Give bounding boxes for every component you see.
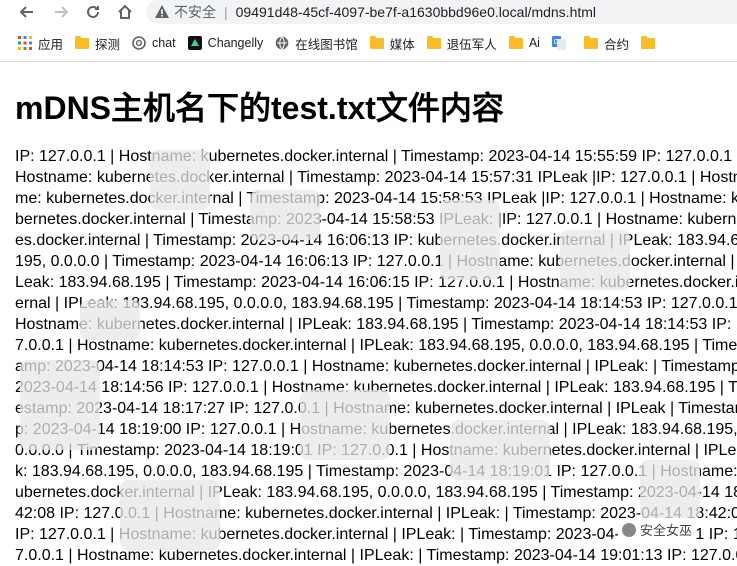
svg-text:G: G <box>554 39 559 46</box>
apps-grid-icon <box>18 36 32 50</box>
wechat-icon <box>622 522 636 537</box>
folder-icon <box>426 35 441 49</box>
bookmark-online-library[interactable]: 在线图书馆 <box>275 34 358 53</box>
url-text[interactable]: 09491d48-45cf-4097-be7f-a1630bbd96e0.loc… <box>236 4 596 20</box>
redaction-blur <box>450 420 550 480</box>
home-icon <box>118 4 132 19</box>
bookmark-folder-contracts[interactable]: 合约 <box>583 34 629 53</box>
forward-button[interactable] <box>48 0 74 24</box>
bookmark-label: chat <box>152 36 176 50</box>
redaction-blur <box>300 390 390 460</box>
browser-chrome: 不安全 | 09491d48-45cf-4097-be7f-a1630bbd96… <box>0 0 737 62</box>
redaction-blur <box>20 360 100 450</box>
bookmark-label: 退伍军人 <box>446 37 497 52</box>
bookmark-folder-more[interactable] <box>640 35 661 49</box>
home-button[interactable] <box>112 0 138 24</box>
bookmarks-bar: 应用 探测 chat Changelly 在线图书馆 媒体 退伍军人 Ai G … <box>0 30 737 56</box>
redaction-blur <box>640 460 700 520</box>
reload-icon <box>87 5 99 18</box>
back-button[interactable] <box>14 0 40 24</box>
redaction-blur <box>250 190 320 240</box>
bookmark-label: Ai <box>528 36 540 50</box>
bookmark-google-translate[interactable]: G <box>551 36 572 50</box>
watermark: 安全女巫 <box>618 518 697 541</box>
reload-button[interactable] <box>80 0 106 24</box>
openai-icon <box>132 36 146 50</box>
bookmark-apps[interactable]: 应用 <box>18 34 63 53</box>
warning-icon <box>154 4 170 20</box>
folder-icon <box>583 35 598 49</box>
folder-icon <box>75 35 90 49</box>
insecure-label: 不安全 <box>174 4 216 20</box>
page-title: mDNS主机名下的test.txt文件内容 <box>15 90 504 126</box>
bookmark-folder-probe[interactable]: 探测 <box>75 34 120 53</box>
bookmark-label: 媒体 <box>389 37 415 52</box>
address-bar[interactable]: 不安全 | 09491d48-45cf-4097-be7f-a1630bbd96… <box>146 0 737 24</box>
bookmark-folder-media[interactable]: 媒体 <box>369 34 415 53</box>
address-separator: | <box>224 4 228 20</box>
redaction-blur <box>120 480 220 550</box>
folder-icon <box>508 35 523 49</box>
changelly-icon <box>187 36 202 50</box>
bookmark-changelly[interactable]: Changelly <box>187 36 264 50</box>
bookmark-folder-ai[interactable]: Ai <box>508 35 540 50</box>
folder-icon <box>369 35 384 49</box>
redaction-blur <box>80 300 140 340</box>
redaction-blur <box>440 200 500 280</box>
bookmark-label: 合约 <box>603 37 629 52</box>
globe-icon <box>275 36 289 50</box>
bookmark-label: 在线图书馆 <box>295 37 358 52</box>
bookmark-label: 应用 <box>38 37 64 52</box>
redaction-blur <box>560 230 630 290</box>
bookmark-folder-veterans[interactable]: 退伍军人 <box>426 34 497 53</box>
redaction-blur <box>150 150 210 210</box>
forward-arrow-icon <box>55 6 69 18</box>
watermark-text: 安全女巫 <box>640 523 693 538</box>
back-arrow-icon <box>19 6 33 18</box>
google-translate-icon: G <box>551 36 566 50</box>
bookmark-chat[interactable]: chat <box>132 36 176 50</box>
bookmark-label: 探测 <box>95 37 121 52</box>
bookmark-label: Changelly <box>207 36 264 50</box>
folder-icon <box>640 35 655 49</box>
